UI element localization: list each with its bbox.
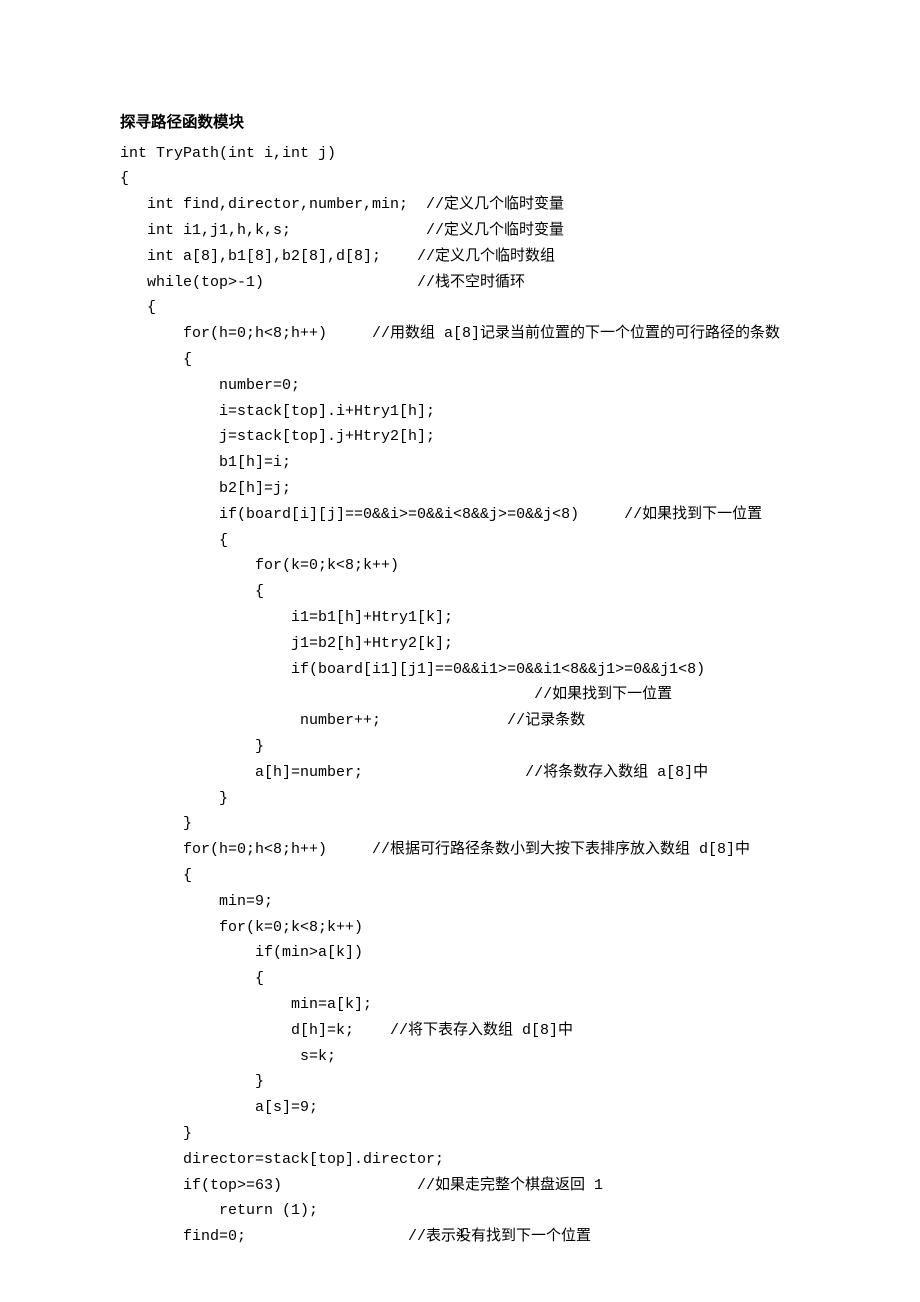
document-page: 探寻路径函数模块 int TryPath(int i,int j) { int … xyxy=(0,0,920,1302)
code-block: int TryPath(int i,int j) { int find,dire… xyxy=(120,141,800,1250)
section-heading: 探寻路径函数模块 xyxy=(120,110,800,137)
page-number: 4 xyxy=(0,1222,920,1248)
